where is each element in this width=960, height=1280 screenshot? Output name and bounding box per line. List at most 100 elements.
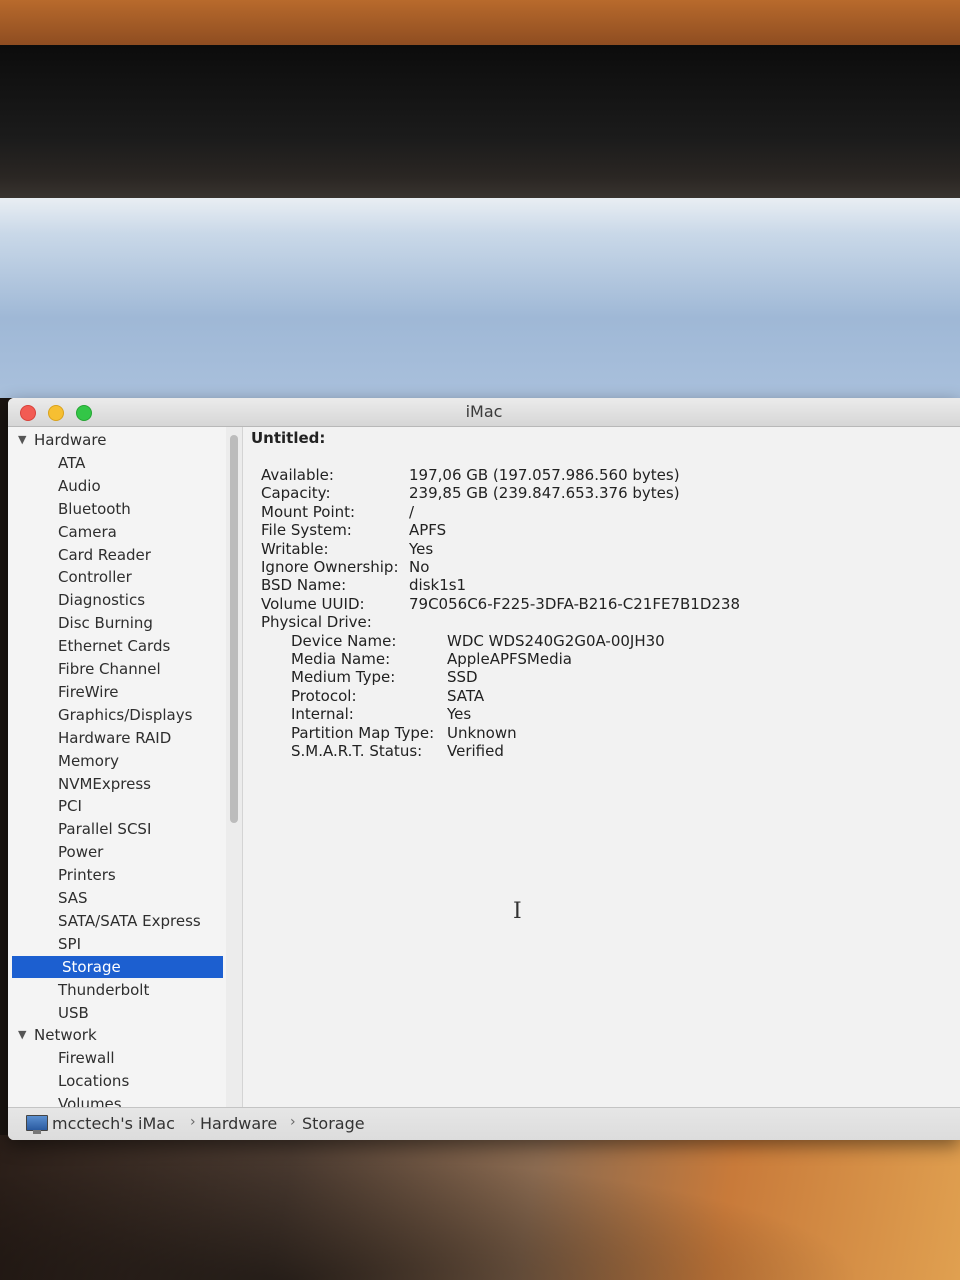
property-key: Device Name: [291,631,397,650]
detail-pane: Untitled: I Available: 197,06 GB (197.057… [242,427,960,1107]
sidebar-item-card-reader[interactable]: Card Reader [8,544,226,566]
sidebar-item-label: Power [58,843,104,862]
sidebar-group-label: Network [34,1026,97,1045]
sidebar-item-camera[interactable]: Camera [8,521,226,543]
sidebar-item-label: Controller [58,568,132,587]
sidebar-item-label: SATA/SATA Express [58,911,201,930]
property-key: Capacity: [261,484,331,503]
imac-icon [26,1115,48,1134]
path-section[interactable]: Hardware [200,1114,277,1133]
property-key: Internal: [291,705,354,724]
property-key: S.M.A.R.T. Status: [291,742,423,760]
property-key: BSD Name: [261,576,347,595]
property-value: 197,06 GB (197.057.986.560 bytes) [409,466,680,484]
path-item[interactable]: Storage [302,1114,365,1133]
property-key: Mount Point: [261,502,356,521]
disclosure-triangle-icon[interactable]: ▼ [18,1024,26,1046]
property-key: Writable: [261,539,329,558]
sidebar-item-usb[interactable]: USB [8,1002,226,1024]
sidebar-item-disc-burning[interactable]: Disc Burning [8,612,226,634]
sidebar-item-label: Thunderbolt [58,980,150,999]
system-information-window: iMac ▼ Hardware ATA Audio Bluetooth Camera Car… [8,398,960,1140]
sidebar-item-label: Storage [62,957,121,976]
volume-title: Untitled: [251,429,326,447]
property-value: Yes [447,705,472,724]
sidebar-item-diagnostics[interactable]: Diagnostics [8,589,226,611]
path-computer[interactable]: mcctech's iMac [52,1114,175,1133]
property-key: Physical Drive: [261,613,372,632]
window-title: iMac [465,402,503,421]
sidebar-item-label: Bluetooth [58,499,131,518]
sidebar-item-controller[interactable]: Controller [8,566,226,588]
sidebar-item-storage[interactable]: Storage [12,955,223,978]
sidebar-item-sas[interactable]: SAS [8,887,226,909]
sidebar-item-nvmexpress[interactable]: NVMExpress [8,773,226,795]
sidebar-scrollbar[interactable] [226,427,242,1107]
disclosure-triangle-icon[interactable]: ▼ [18,429,26,451]
sidebar-item-label: SAS [58,889,88,907]
sidebar-item-fibre-channel[interactable]: Fibre Channel [8,658,226,680]
sidebar-group-hardware[interactable]: ▼ Hardware [8,429,226,451]
property-value: SATA [447,686,485,705]
sidebar-item-label: Graphics/Displays [58,705,193,724]
sidebar-item-label: PCI [58,797,82,816]
sidebar-item-bluetooth[interactable]: Bluetooth [8,498,226,520]
sidebar-item-hardware-raid[interactable]: Hardware RAID [8,727,226,749]
sidebar-item-volumes[interactable]: Volumes [8,1093,226,1107]
property-key: Available: [261,466,334,484]
sidebar-item-memory[interactable]: Memory [8,750,226,772]
sidebar: ▼ Hardware ATA Audio Bluetooth Camera Card Rea… [8,427,226,1107]
sidebar-item-ethernet-cards[interactable]: Ethernet Cards [8,635,226,657]
sidebar-item-thunderbolt[interactable]: Thunderbolt [8,979,226,1001]
sidebar-item-power[interactable]: Power [8,841,226,863]
sidebar-item-label: Fibre Channel [58,660,161,678]
sidebar-item-label: SPI [58,934,81,953]
sidebar-item-label: Hardware RAID [58,728,172,747]
sidebar-group-label: Hardware [34,431,107,449]
sidebar-item-label: ATA [58,453,86,472]
property-key: Volume UUID: [261,594,365,613]
property-key: Protocol: [291,686,357,705]
sidebar-item-parallel-scsi[interactable]: Parallel SCSI [8,818,226,840]
sidebar-item-label: Camera [58,522,117,541]
sidebar-item-pci[interactable]: PCI [8,795,226,817]
sidebar-item-label: Audio [58,476,101,495]
scrollbar-thumb[interactable] [230,435,238,823]
property-value: APFS [409,521,447,540]
sidebar-item-spi[interactable]: SPI [8,933,226,955]
property-value: No [409,558,430,576]
sidebar-item-ata[interactable]: ATA [8,452,226,474]
sidebar-item-label: Printers [58,866,116,885]
sidebar-item-label: Ethernet Cards [58,637,171,656]
sidebar-item-sata-sata-express[interactable]: SATA/SATA Express [8,910,226,932]
property-value: disk1s1 [409,576,467,595]
property-value: 79C056C6-F225-3DFA-B216-C21FE7B1D238 [409,594,741,613]
property-value: 239,85 GB (239.847.653.376 bytes) [409,484,680,503]
sidebar-item-printers[interactable]: Printers [8,864,226,886]
sidebar-group-network[interactable]: ▼ Network [8,1024,226,1046]
desktop-wallpaper [0,1135,960,1280]
sidebar-item-label: Diagnostics [58,591,146,610]
sidebar-item-firewall[interactable]: Firewall [8,1047,226,1069]
sidebar-item-label: Firewall [58,1049,115,1068]
property-key: Medium Type: [291,668,396,687]
desktop-sky [0,198,960,398]
sidebar-item-label: Card Reader [58,545,151,564]
sidebar-item-firewire[interactable]: FireWire [8,681,226,703]
title-bar[interactable]: iMac [8,398,960,427]
property-key: Ignore Ownership: [261,558,399,576]
property-key: Media Name: [291,650,391,668]
property-value: Yes [409,539,434,558]
sidebar-item-label: NVMExpress [58,774,151,793]
sidebar-item-graphics-displays[interactable]: Graphics/Displays [8,704,226,726]
sidebar-item-audio[interactable]: Audio [8,475,226,497]
sidebar-item-locations[interactable]: Locations [8,1070,226,1092]
sidebar-item-label: FireWire [58,682,119,701]
text-cursor-icon: I [513,899,522,924]
property-value: Verified [447,742,504,760]
property-value: AppleAPFSMedia [447,650,572,668]
photo-background-top [0,0,960,50]
sidebar-item-label: Disc Burning [58,614,153,633]
property-key: Partition Map Type: [291,723,435,742]
property-value: WDC WDS240G2G0A-00JH30 [447,631,665,650]
